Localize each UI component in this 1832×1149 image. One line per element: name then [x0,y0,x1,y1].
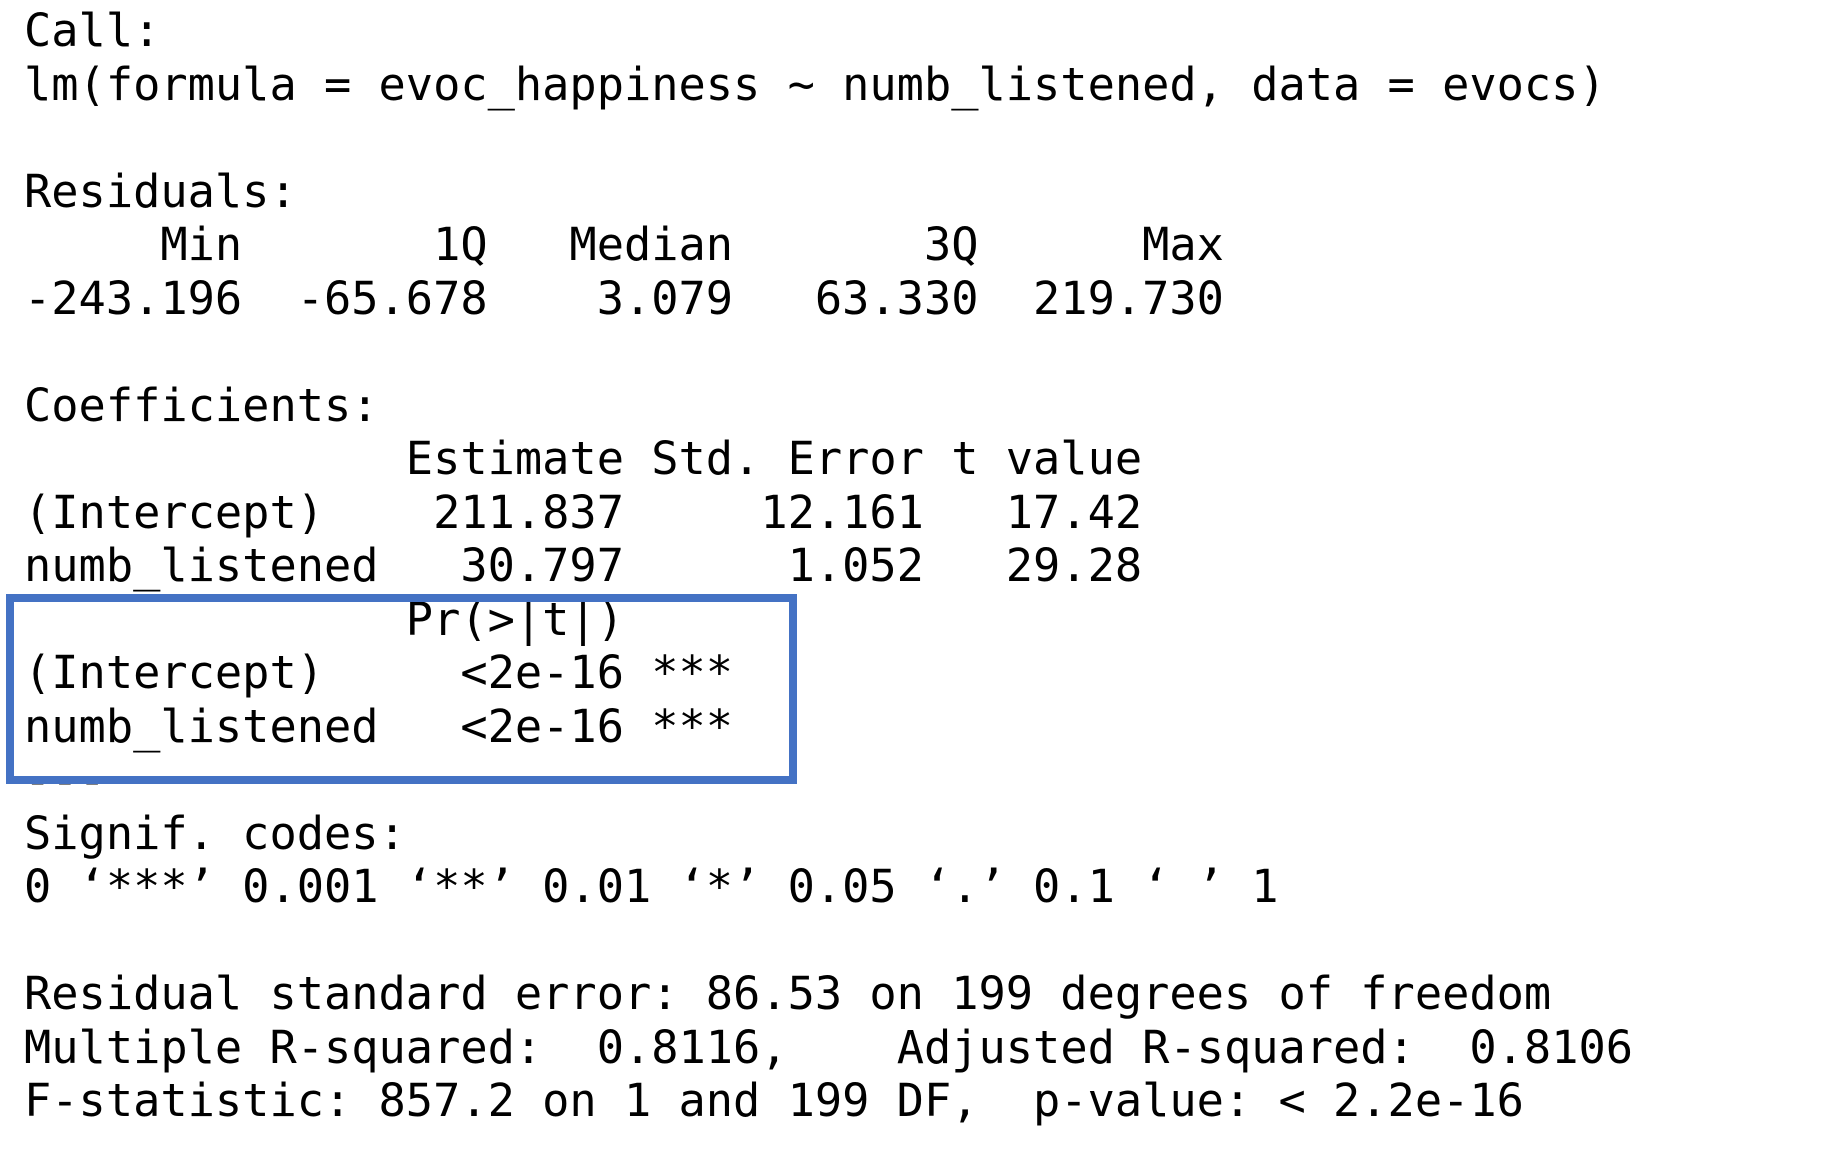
residuals-header: Residuals: [24,164,297,218]
signif-codes-header: Signif. codes: [24,806,461,860]
residuals-column-headers: Min 1Q Median 3Q Max [24,218,1252,271]
residual-standard-error: Residual standard error: 86.53 on 199 de… [24,967,1552,1020]
r-console-output: Call: lm(formula = evoc_happiness ~ numb_… [24,4,1660,1128]
coefficients-header: Coefficients: [24,378,379,432]
separator: --- [24,753,106,806]
coefficients-row-numb-listened: numb_listened 30.797 1.052 29.28 [24,539,1143,592]
pvalue-column-header: Pr(>|t|) [24,592,734,646]
signif-codes-legend: 0 ‘***’ 0.001 ‘**’ 0.01 ‘*’ 0.05 ‘.’ 0.1… [24,860,1279,913]
f-statistic: F-statistic: 857.2 on 1 and 199 DF, p-va… [24,1074,1524,1127]
coefficients-row-intercept: (Intercept) 211.837 12.161 17.42 [24,485,1143,539]
pvalue-row-numb-listened: numb_listened <2e-16 *** [24,699,734,753]
pvalue-row-intercept: (Intercept) <2e-16 *** [24,646,734,699]
residuals-values: -243.196 -65.678 3.079 63.330 219.730 [24,271,1252,325]
call-formula: lm(formula = evoc_happiness ~ numb_liste… [24,57,1606,111]
coefficients-column-headers: Estimate Std. Error t value [24,432,1143,485]
call-header: Call: [24,4,161,57]
r-squared: Multiple R-squared: 0.8116, Adjusted R-s… [24,1020,1661,1074]
